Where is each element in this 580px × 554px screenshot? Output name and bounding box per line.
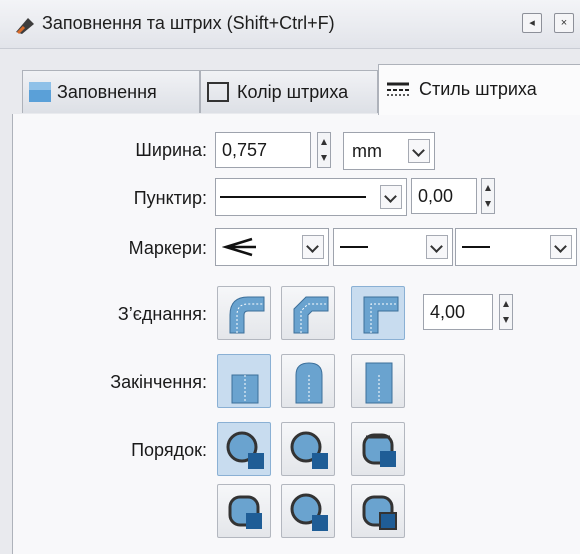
collapse-icon[interactable]: ◂ [522, 13, 542, 33]
round-cap-icon [295, 362, 323, 404]
tab-stroke-paint-label: Колір штриха [237, 82, 349, 102]
square-cap-button[interactable] [351, 354, 405, 408]
tab-stroke-style-label: Стиль штриха [419, 79, 537, 99]
order-label: Порядок: [131, 440, 207, 460]
round-join-button[interactable] [217, 286, 271, 340]
width-unit-value: mm [352, 141, 382, 161]
order-stroke-markers-fill-button[interactable] [281, 484, 335, 538]
no-marker-icon [462, 246, 490, 248]
chevron-down-icon[interactable] [380, 185, 402, 209]
order-stroke-markers-fill-icon [290, 493, 328, 531]
miter-limit-spinner[interactable] [499, 294, 513, 330]
order-stroke-fill-markers-button[interactable] [281, 422, 335, 476]
dash-pattern-preview [220, 196, 366, 198]
round-cap-button[interactable] [281, 354, 335, 408]
join-label: З’єднання: [117, 304, 207, 324]
order-stroke-fill-markers-icon [290, 431, 328, 469]
order-markers-stroke-fill-icon [362, 495, 397, 530]
width-label: Ширина: [135, 140, 207, 160]
end-marker-select[interactable] [455, 228, 577, 266]
butt-cap-icon [231, 374, 259, 404]
order-fill-markers-stroke-button[interactable] [351, 422, 405, 476]
square-cap-icon [365, 362, 393, 404]
chevron-down-icon[interactable] [302, 235, 324, 259]
order-markers-stroke-fill-button[interactable] [351, 484, 405, 538]
miter-join-icon [363, 296, 399, 334]
order-markers-fill-stroke-button[interactable] [217, 484, 271, 538]
miter-limit-input[interactable]: 4,00 [423, 294, 493, 330]
order-fill-markers-stroke-icon [362, 433, 396, 467]
bevel-join-icon [293, 296, 329, 334]
width-unit-select[interactable]: mm [343, 132, 435, 170]
fill-stroke-dialog-icon [16, 18, 34, 35]
dash-label: Пунктир: [133, 188, 207, 208]
dash-offset-input[interactable]: 0,00 [411, 178, 477, 214]
round-join-icon [229, 296, 265, 334]
arrow-marker-icon [222, 237, 256, 257]
order-fill-stroke-markers-button[interactable] [217, 422, 271, 476]
fill-tab-icon [29, 82, 51, 102]
tab-fill-label: Заповнення [57, 82, 157, 102]
mid-marker-select[interactable] [333, 228, 453, 266]
width-spinner[interactable] [317, 132, 331, 168]
chevron-down-icon[interactable] [426, 235, 448, 259]
dash-pattern-select[interactable] [215, 178, 407, 216]
dash-offset-spinner[interactable] [481, 178, 495, 214]
tab-bar: Заповнення Колір штриха Стиль штриха [12, 58, 580, 115]
order-fill-stroke-markers-icon [226, 431, 264, 469]
stroke-paint-tab-icon [207, 82, 229, 102]
tab-stroke-paint[interactable]: Колір штриха [200, 70, 378, 113]
width-input[interactable]: 0,757 [215, 132, 311, 168]
dialog-title: Заповнення та штрих (Shift+Ctrl+F) [42, 13, 335, 33]
markers-label: Маркери: [128, 238, 207, 258]
stroke-style-tab-icon [387, 82, 409, 96]
chevron-down-icon[interactable] [550, 235, 572, 259]
cap-label: Закінчення: [110, 372, 207, 392]
miter-join-button[interactable] [351, 286, 405, 340]
order-markers-fill-stroke-icon [228, 495, 262, 529]
dialog-titlebar: Заповнення та штрих (Shift+Ctrl+F) ◂ × [0, 0, 580, 49]
start-marker-select[interactable] [215, 228, 329, 266]
close-icon[interactable]: × [554, 13, 574, 33]
tab-stroke-style[interactable]: Стиль штриха [378, 64, 580, 115]
butt-cap-button[interactable] [217, 354, 271, 408]
no-marker-icon [340, 246, 368, 248]
bevel-join-button[interactable] [281, 286, 335, 340]
chevron-down-icon[interactable] [408, 139, 430, 163]
tab-fill[interactable]: Заповнення [22, 70, 200, 113]
stroke-style-panel: Ширина: 0,757 mm Пунктир: 0,00 Маркери: … [12, 114, 580, 554]
